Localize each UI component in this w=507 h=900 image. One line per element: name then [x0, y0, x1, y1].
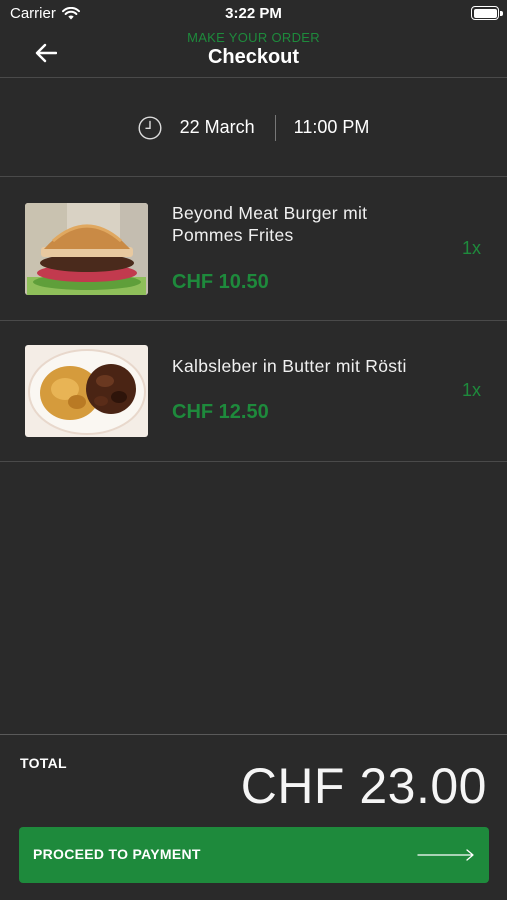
header-subtitle: MAKE YOUR ORDER: [187, 30, 320, 45]
proceed-to-payment-button[interactable]: PROCEED TO PAYMENT: [19, 827, 489, 883]
order-item[interactable]: Beyond Meat Burger mit Pommes Frites CHF…: [0, 178, 507, 321]
battery-icon: [471, 6, 503, 20]
schedule-divider: [274, 114, 276, 141]
item-price: CHF 12.50: [172, 401, 269, 423]
schedule-row[interactable]: 22 March 11:00 PM: [0, 79, 507, 177]
total-label: TOTAL: [20, 755, 67, 771]
item-quantity: 1x: [461, 380, 481, 400]
nav-header: MAKE YOUR ORDER Checkout: [0, 28, 507, 78]
schedule-date: 22 March: [179, 117, 255, 137]
status-time: 3:22 PM: [225, 5, 282, 22]
page-title: Checkout: [207, 46, 300, 68]
pay-button-label: PROCEED TO PAYMENT: [33, 846, 201, 862]
schedule-time: 11:00 PM: [293, 117, 370, 137]
item-name: Beyond Meat Burger mit Pommes Frites: [172, 203, 368, 245]
item-price: CHF 10.50: [172, 271, 269, 293]
total-amount: CHF 23.00: [240, 758, 487, 814]
checkout-footer: TOTAL CHF 23.00 PROCEED TO PAYMENT: [0, 734, 507, 900]
item-quantity: 1x: [461, 238, 481, 258]
clock-icon: [138, 115, 162, 140]
liver-rosti-photo: [25, 345, 148, 437]
status-bar: Carrier 3:22 PM: [0, 0, 507, 28]
arrow-right-icon: [417, 849, 474, 861]
order-item[interactable]: Kalbsleber in Butter mit Rösti CHF 12.50…: [0, 321, 507, 462]
item-name: Kalbsleber in Butter mit Rösti: [172, 356, 407, 376]
burger-photo: [25, 203, 148, 295]
